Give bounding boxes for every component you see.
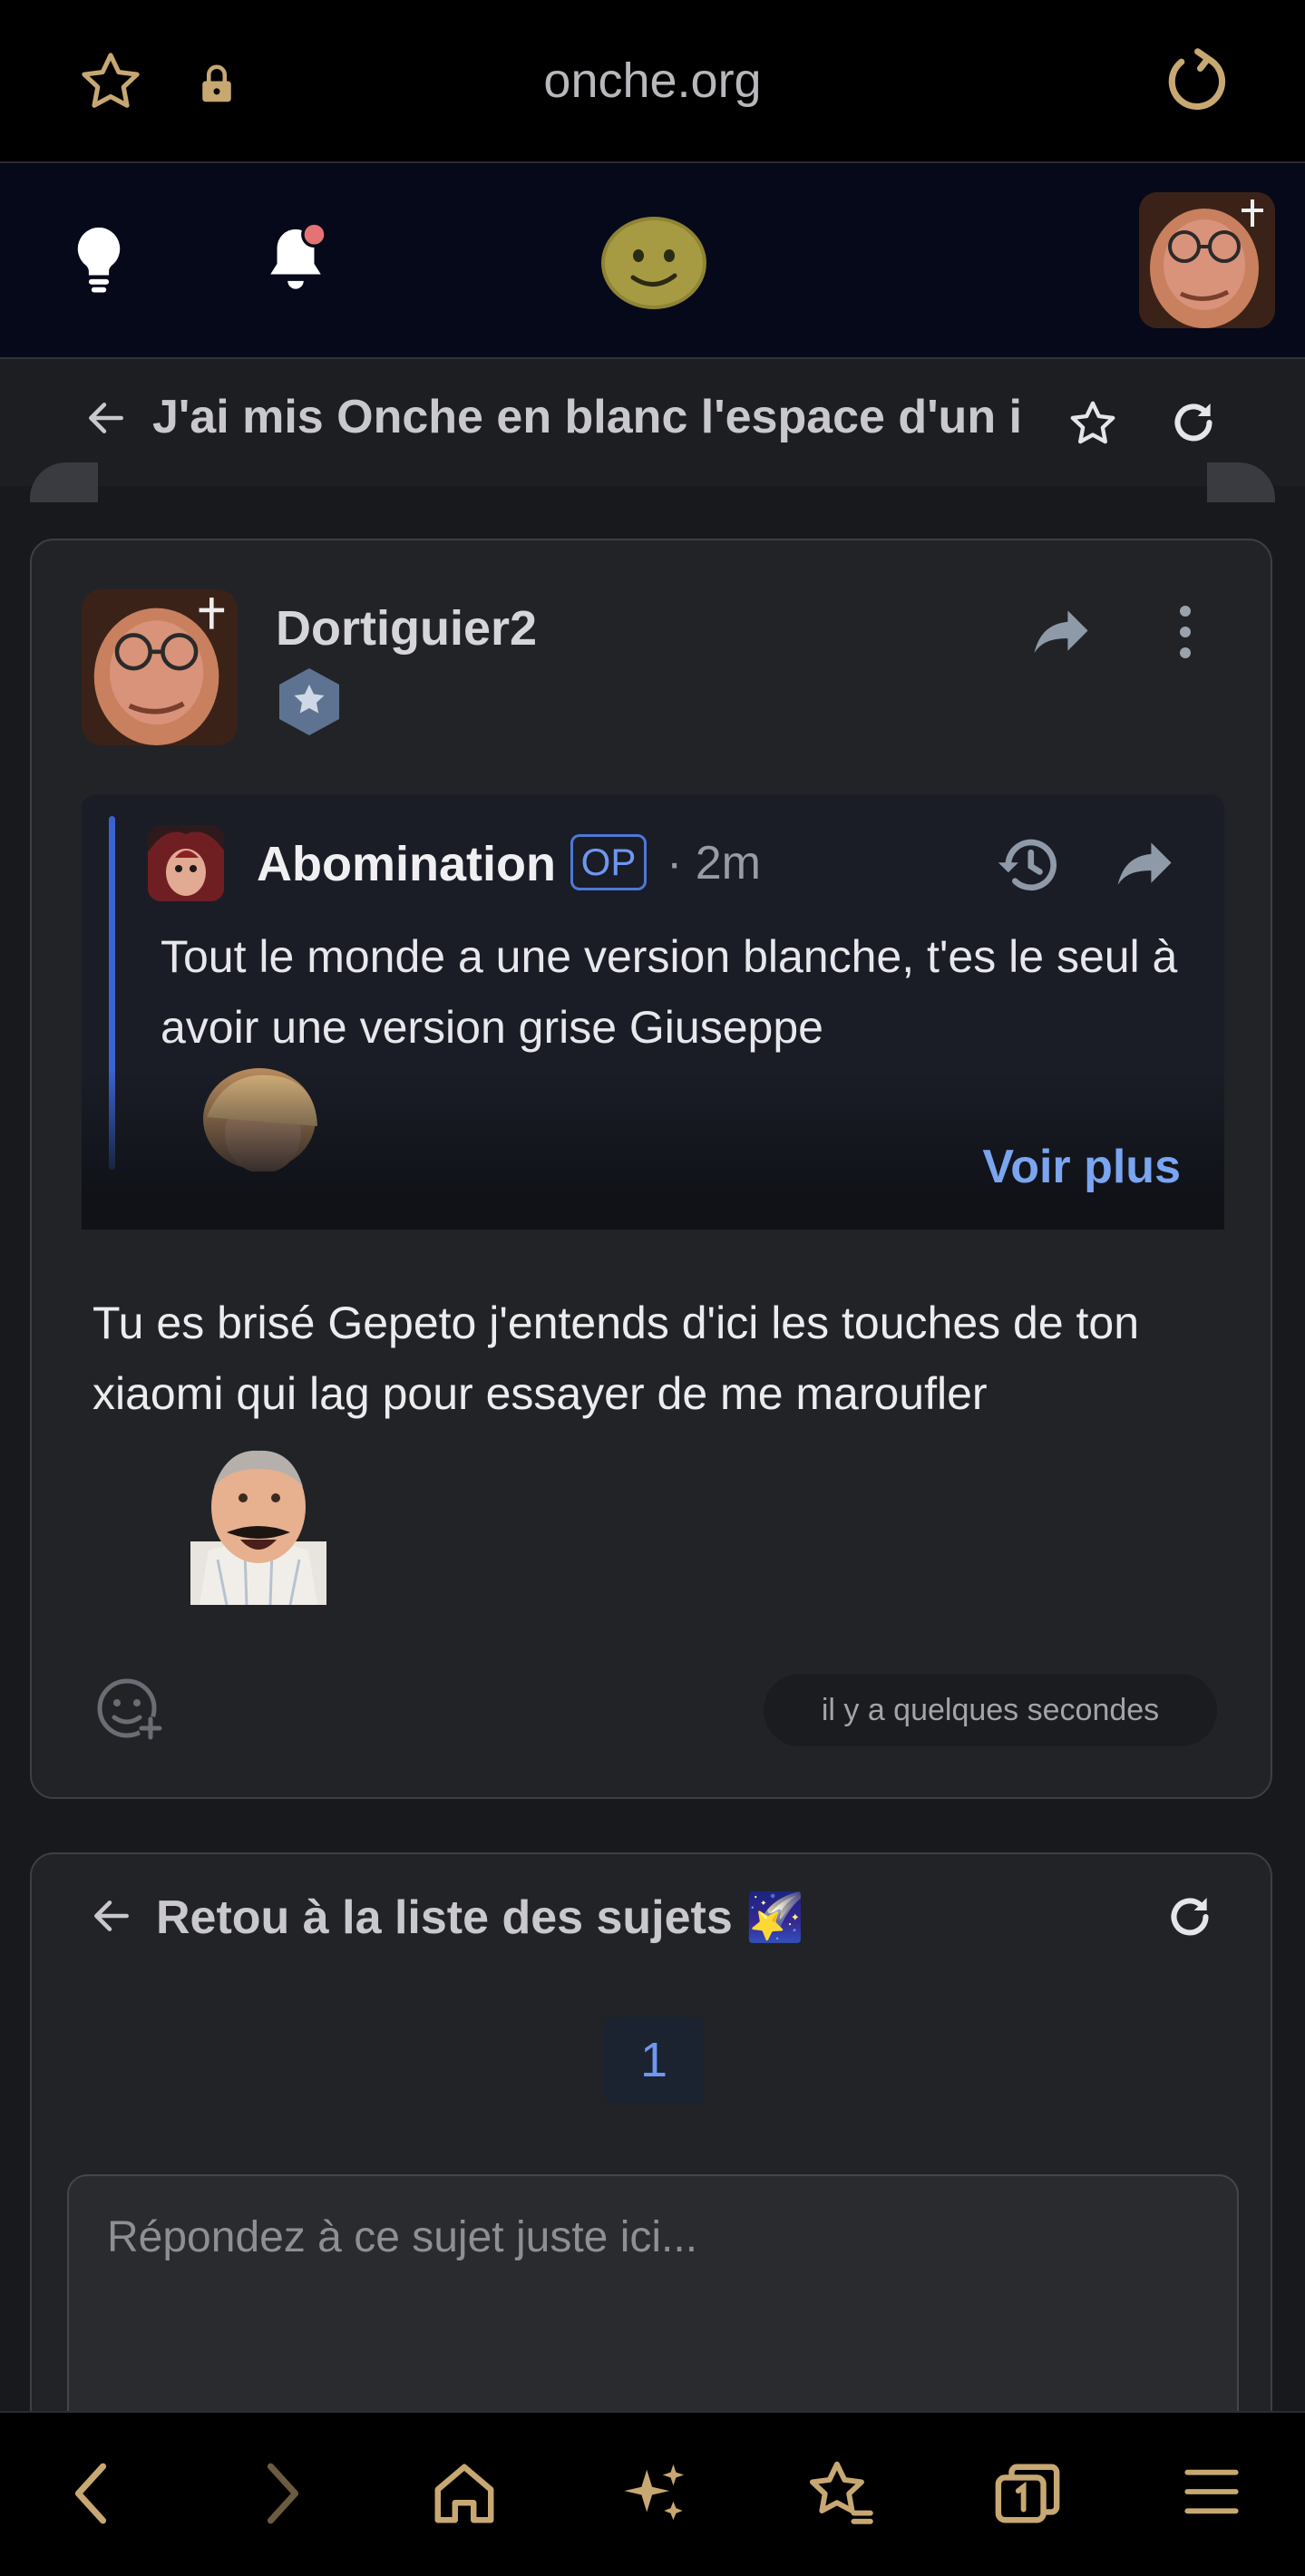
menu-hamburger-icon[interactable] bbox=[1183, 2463, 1241, 2521]
post-timestamp: il y a quelques secondes bbox=[764, 1674, 1217, 1746]
sparkles-icon[interactable] bbox=[620, 2459, 689, 2528]
site-logo-smiley-icon[interactable] bbox=[600, 216, 707, 310]
quoted-author-avatar[interactable] bbox=[148, 825, 224, 901]
reply-placeholder: Répondez à ce sujet juste ici... bbox=[107, 2213, 698, 2261]
user-avatar[interactable] bbox=[1139, 192, 1275, 328]
topic-title: J'ai mis Onche en blanc l'espace d'un i bbox=[152, 391, 1022, 443]
back-to-list-label: Retou à la liste des sujets bbox=[156, 1891, 733, 1944]
back-arrow-icon[interactable] bbox=[83, 395, 129, 441]
post-body-text: Tu es brisé Gepeto j'entends d'ici les t… bbox=[93, 1298, 1140, 1419]
shooting-star-emoji: 🌠 bbox=[745, 1891, 804, 1944]
more-options-icon[interactable] bbox=[1170, 602, 1201, 662]
lightbulb-icon[interactable] bbox=[71, 225, 127, 294]
laughing-man-sticker-image bbox=[190, 1433, 326, 1605]
quoted-author[interactable]: Abomination bbox=[257, 836, 556, 892]
rank-star-badge-icon bbox=[276, 666, 343, 737]
bookmarks-star-icon[interactable] bbox=[803, 2457, 876, 2530]
home-icon[interactable] bbox=[430, 2459, 499, 2528]
forward-chevron-icon[interactable] bbox=[258, 2459, 308, 2528]
notifications-bell-icon[interactable] bbox=[261, 221, 330, 296]
refresh-icon[interactable] bbox=[1168, 397, 1219, 448]
back-to-list-arrow-icon[interactable] bbox=[89, 1893, 134, 1939]
reload-icon[interactable] bbox=[1161, 47, 1232, 118]
page-number-button[interactable]: 1 bbox=[604, 2017, 704, 2104]
share-icon[interactable] bbox=[1032, 608, 1090, 658]
back-to-list-link[interactable]: Retou à la liste des sujets 🌠 bbox=[156, 1890, 804, 1945]
op-badge: OP bbox=[570, 834, 647, 890]
back-chevron-icon[interactable] bbox=[65, 2459, 116, 2528]
quote-text: Tout le monde a une version blanche, t'e… bbox=[161, 931, 1178, 1053]
author-avatar[interactable] bbox=[82, 589, 238, 745]
favorite-star-icon[interactable] bbox=[1066, 397, 1119, 450]
tabs-count-icon[interactable] bbox=[992, 2459, 1063, 2528]
post-author[interactable]: Dortiguier2 bbox=[276, 600, 537, 656]
history-icon[interactable] bbox=[996, 834, 1061, 896]
see-more-link[interactable]: Voir plus bbox=[907, 1140, 1181, 1194]
add-reaction-icon[interactable] bbox=[96, 1677, 167, 1743]
quote-time: · 2m bbox=[667, 837, 761, 889]
footer-refresh-icon[interactable] bbox=[1164, 1891, 1215, 1942]
url-bar[interactable]: onche.org bbox=[0, 0, 1305, 161]
quote-share-icon[interactable] bbox=[1115, 840, 1174, 890]
